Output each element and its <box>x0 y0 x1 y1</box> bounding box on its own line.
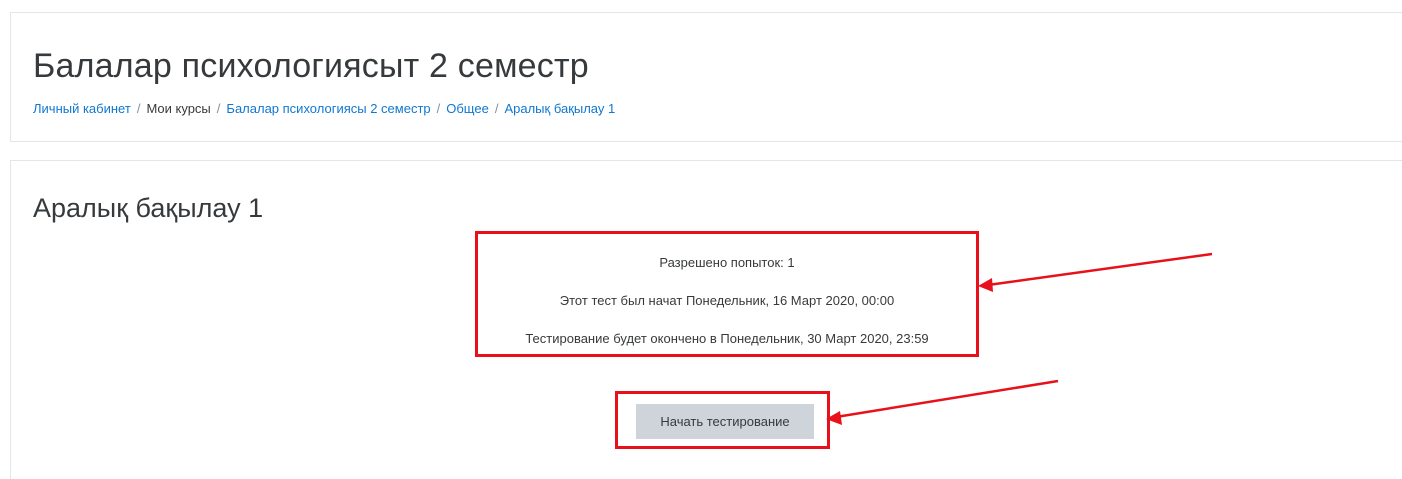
page: Балалар психологиясыт 2 семестр Личный к… <box>0 0 1402 479</box>
start-button-highlight: Начать тестирование <box>615 391 830 449</box>
breadcrumb-separator: / <box>436 101 441 116</box>
breadcrumb-separator: / <box>136 101 141 116</box>
breadcrumb-item-my-courses: Мои курсы <box>146 101 211 116</box>
start-attempt-button[interactable]: Начать тестирование <box>636 404 814 439</box>
page-header: Балалар психологиясыт 2 семестр Личный к… <box>10 12 1402 142</box>
quiz-info-highlight: Разрешено попыток: 1 Этот тест был начат… <box>475 231 979 357</box>
breadcrumb-item-course[interactable]: Балалар психологиясы 2 семестр <box>226 101 430 116</box>
attempts-allowed-text: Разрешено попыток: 1 <box>659 255 795 270</box>
quiz-title: Аралық бақылау 1 <box>33 193 264 223</box>
breadcrumb-item-dashboard[interactable]: Личный кабинет <box>33 101 131 116</box>
page-title: Балалар психологиясыт 2 семестр <box>33 47 589 85</box>
breadcrumb-separator: / <box>216 101 221 116</box>
breadcrumb: Личный кабинет / Мои курсы / Балалар психоло… <box>33 101 615 116</box>
breadcrumb-item-quiz[interactable]: Аралық бақылау 1 <box>504 101 615 116</box>
quiz-opened-text: Этот тест был начат Понедельник, 16 Март… <box>559 293 895 308</box>
quiz-content: Аралық бақылау 1 Разрешено попыток: 1 Эт… <box>10 160 1402 479</box>
breadcrumb-separator: / <box>494 101 499 116</box>
breadcrumb-item-general[interactable]: Общее <box>446 101 489 116</box>
quiz-closes-text: Тестирование будет окончено в Понедельни… <box>525 331 929 346</box>
